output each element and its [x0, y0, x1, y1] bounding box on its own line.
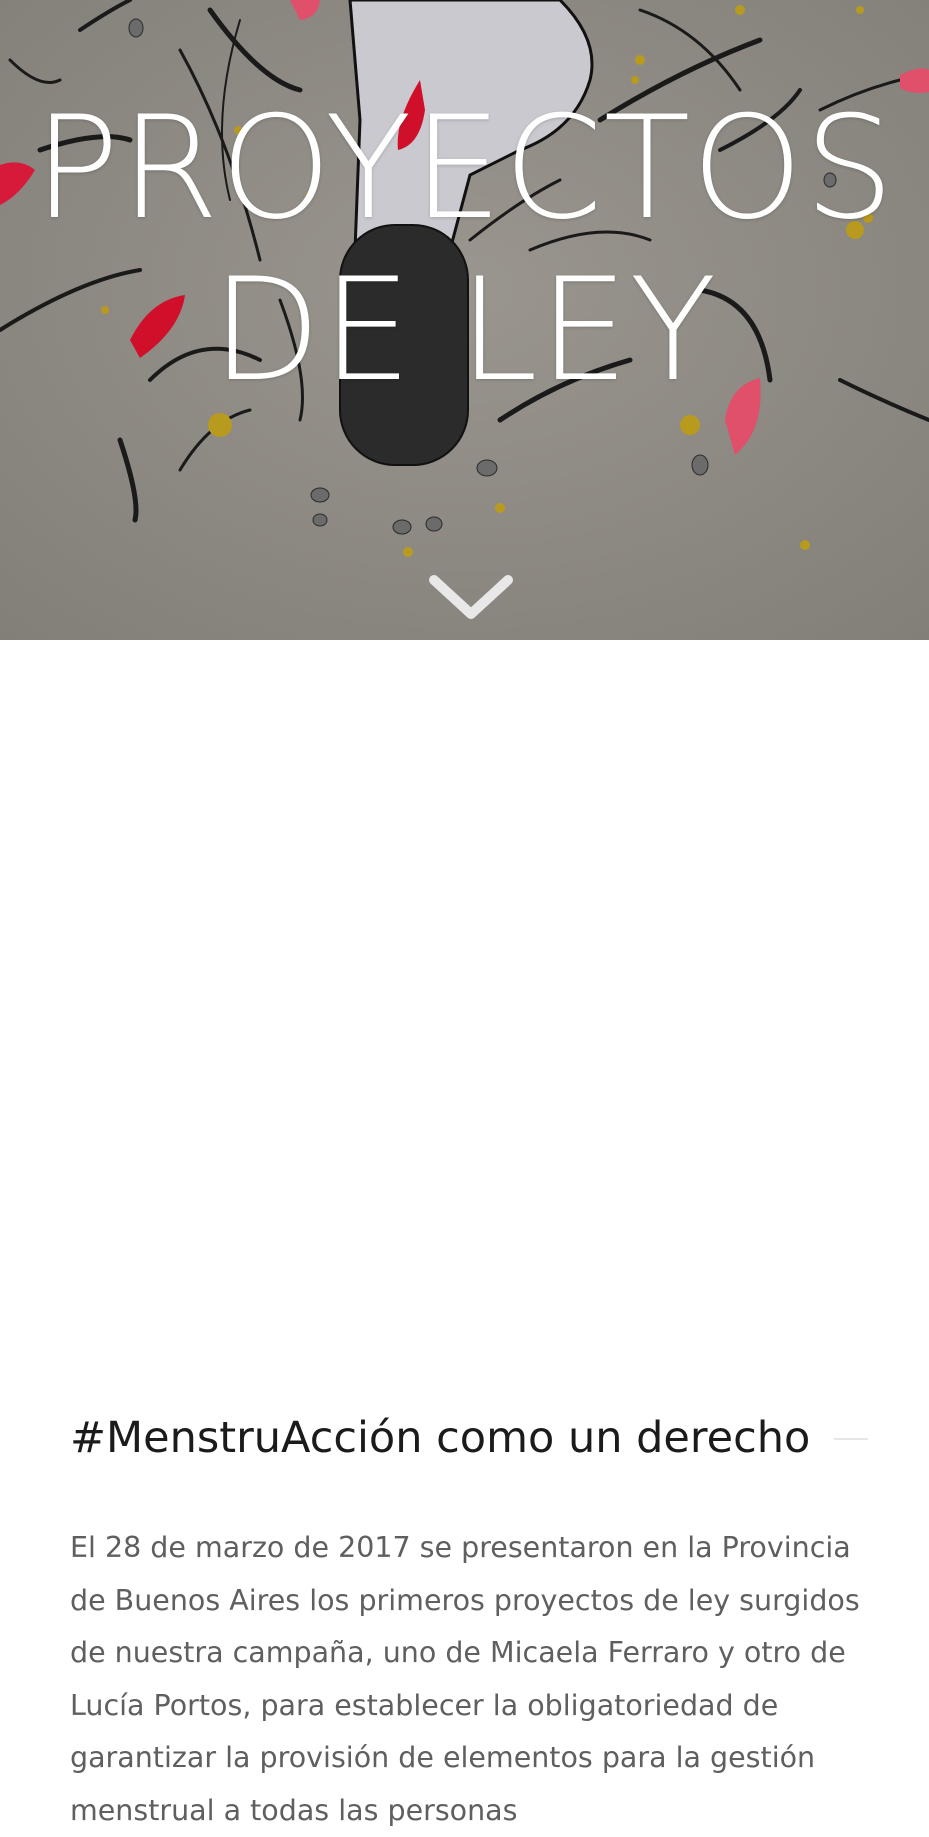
page-title-line-2: DE LEY [211, 248, 718, 413]
heading-divider [834, 1438, 868, 1440]
section-heading: #MenstruAcción como un derecho [70, 1413, 811, 1463]
chevron-down-icon[interactable] [428, 572, 514, 622]
article-paragraph: El 28 de marzo de 2017 se presentaron en… [70, 1531, 860, 1827]
page-title-line-1: PROYECTOS [33, 86, 896, 251]
page-title: PROYECTOS DE LEY [0, 88, 929, 412]
hero-banner: PROYECTOS DE LEY [0, 0, 929, 640]
section-header: #MenstruAcción como un derecho [70, 1410, 870, 1470]
